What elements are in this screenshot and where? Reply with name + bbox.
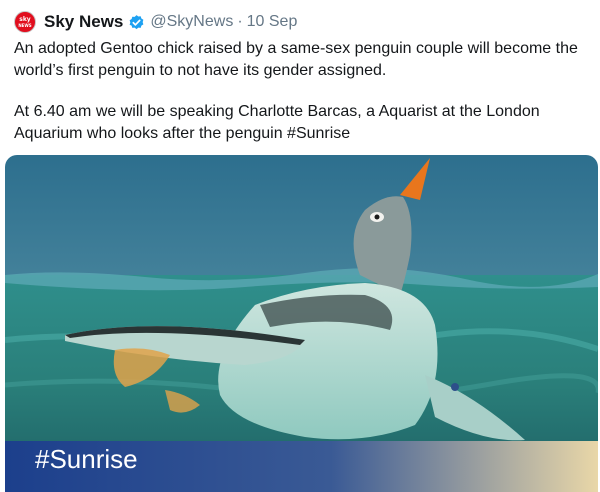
sky-news-avatar[interactable]: sky NEWS bbox=[14, 11, 36, 33]
penguin-photo-icon bbox=[5, 155, 598, 492]
author-handle[interactable]: @SkyNews bbox=[150, 13, 233, 31]
tweet-date[interactable]: 10 Sep bbox=[247, 13, 298, 31]
avatar-text-news: NEWS bbox=[18, 22, 32, 28]
tweet-paragraph-1: An adopted Gentoo chick raised by a same… bbox=[14, 40, 578, 79]
tweet-header: sky NEWS Sky News @SkyNews · 10 Sep bbox=[14, 8, 297, 36]
separator-dot: · bbox=[237, 13, 243, 30]
tweet-paragraph-2: At 6.40 am we will be speaking Charlotte… bbox=[14, 103, 540, 142]
tweet-text: An adopted Gentoo chick raised by a same… bbox=[14, 38, 590, 145]
tweet-media-image[interactable]: #Sunrise bbox=[5, 155, 598, 492]
verified-badge-icon bbox=[130, 14, 144, 29]
media-caption: #Sunrise bbox=[35, 444, 138, 474]
author-name[interactable]: Sky News bbox=[44, 12, 123, 32]
